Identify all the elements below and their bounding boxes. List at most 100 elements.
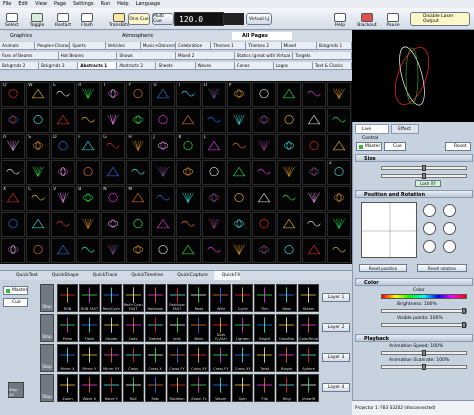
cue-cell[interactable] bbox=[126, 238, 151, 263]
cue-cell[interactable] bbox=[51, 212, 76, 237]
fx-cell[interactable]: Waver bbox=[210, 374, 232, 402]
cue-cell[interactable] bbox=[76, 212, 101, 237]
fx-cell[interactable]: Wave Y bbox=[100, 374, 122, 402]
cue-cell[interactable] bbox=[201, 238, 226, 263]
cue-cell[interactable] bbox=[101, 108, 126, 133]
tab-quicktext[interactable]: QuickText bbox=[8, 271, 38, 280]
cue-cell[interactable] bbox=[301, 212, 326, 237]
cue-cell[interactable] bbox=[301, 160, 326, 185]
cue-cell[interactable] bbox=[301, 108, 326, 133]
category-tab[interactable]: Targets bbox=[293, 52, 353, 60]
cue-cell[interactable] bbox=[1, 238, 26, 263]
cue-cell[interactable] bbox=[151, 186, 176, 211]
fx-cell[interactable]: Ripple bbox=[276, 344, 298, 372]
fx-cell[interactable]: Cross FY bbox=[210, 344, 232, 372]
fx-cell[interactable]: Bright bbox=[254, 314, 276, 342]
cue-cell[interactable]: K bbox=[176, 134, 201, 159]
cue-cell[interactable] bbox=[76, 108, 101, 133]
cue-cell[interactable] bbox=[226, 160, 251, 185]
layer-stop-button[interactable]: Stop bbox=[40, 374, 54, 402]
cue-cell[interactable] bbox=[326, 212, 351, 237]
cue-cell[interactable] bbox=[251, 186, 276, 211]
cue-cell[interactable]: G bbox=[101, 134, 126, 159]
fx-cell[interactable]: Flip bbox=[254, 374, 276, 402]
fx-cell[interactable]: Lighten bbox=[232, 314, 254, 342]
menu-item-settings[interactable]: Settings bbox=[73, 0, 94, 8]
cue-cell[interactable] bbox=[251, 160, 276, 185]
select-button[interactable]: Select bbox=[2, 10, 22, 28]
layer-button[interactable]: Layer 1 bbox=[322, 293, 350, 302]
disable-laser-output-button[interactable]: Disable Laser Output bbox=[410, 12, 470, 26]
cue-cell[interactable] bbox=[301, 134, 326, 159]
one-cue-button[interactable]: One Cue bbox=[128, 13, 150, 25]
cue-cell[interactable]: H bbox=[126, 134, 151, 159]
cue-cell[interactable]: M bbox=[126, 186, 151, 211]
fx-cell[interactable]: Cross XY bbox=[232, 344, 254, 372]
cue-cell[interactable]: V bbox=[51, 186, 76, 211]
fx-cell[interactable]: Cross XY bbox=[188, 344, 210, 372]
cue-cell[interactable]: L bbox=[201, 134, 226, 159]
cue-cell[interactable] bbox=[326, 238, 351, 263]
fx-cell[interactable]: Flash bbox=[78, 314, 100, 342]
cue-cell[interactable]: D bbox=[51, 134, 76, 159]
fx-cell[interactable]: Wave X bbox=[78, 374, 100, 402]
layer-button[interactable]: Layer 3 bbox=[322, 353, 350, 362]
reset-position-button[interactable]: Reset position bbox=[359, 264, 407, 272]
bpm-display[interactable]: 120.0 bbox=[174, 12, 224, 26]
fx-cell[interactable]: Pulse bbox=[57, 314, 78, 342]
menu-item-language[interactable]: Language bbox=[136, 0, 161, 8]
cue-cell[interactable] bbox=[151, 238, 176, 263]
cue-cell[interactable] bbox=[326, 186, 351, 211]
fx-cell[interactable]: Fast bbox=[144, 374, 166, 402]
rotation-x-knob[interactable] bbox=[423, 204, 436, 217]
fx-cell[interactable]: Zoom FL bbox=[188, 374, 210, 402]
cue-cell[interactable] bbox=[276, 186, 301, 211]
cue-cell[interactable] bbox=[51, 238, 76, 263]
category-tab[interactable]: Text & Clocks bbox=[312, 62, 352, 70]
blackout-button[interactable]: Blackout bbox=[354, 10, 380, 28]
fx-cell[interactable]: Dots bbox=[122, 314, 144, 342]
cue-cell[interactable] bbox=[201, 212, 226, 237]
cue-cell[interactable]: T bbox=[101, 82, 126, 107]
fx-cell[interactable]: Roll bbox=[122, 374, 144, 402]
cue-cell[interactable] bbox=[276, 108, 301, 133]
cue-cell[interactable]: X bbox=[1, 186, 26, 211]
layer-stop-button[interactable]: Stop bbox=[40, 284, 54, 312]
cue-cell[interactable] bbox=[326, 108, 351, 133]
cue-cell[interactable] bbox=[176, 186, 201, 211]
category-tab[interactable]: Animals bbox=[0, 42, 36, 50]
cue-cell[interactable] bbox=[201, 186, 226, 211]
fx-cell[interactable]: Unswift bbox=[298, 374, 319, 402]
cue-cell[interactable] bbox=[251, 212, 276, 237]
cue-cell[interactable] bbox=[276, 238, 301, 263]
cue-cell[interactable] bbox=[151, 160, 176, 185]
cue-cell[interactable]: O bbox=[201, 82, 226, 107]
fx-cell[interactable]: Strobe bbox=[100, 314, 122, 342]
category-tab[interactable]: Statics (great with Virtual LJ) bbox=[234, 52, 294, 60]
cue-cell[interactable]: A bbox=[1, 134, 26, 159]
cue-cell[interactable] bbox=[26, 238, 51, 263]
layer-button[interactable]: Layer 2 bbox=[322, 323, 350, 332]
cue-cell[interactable]: S bbox=[26, 134, 51, 159]
cue-cell[interactable] bbox=[251, 238, 276, 263]
cue-cell[interactable]: E bbox=[51, 82, 76, 107]
cue-cell[interactable] bbox=[251, 134, 276, 159]
category-tab[interactable]: Mixed 2 bbox=[176, 52, 235, 60]
fx-cell[interactable]: Ring bbox=[276, 374, 298, 402]
lock-xy-button[interactable]: Lock XY bbox=[415, 180, 441, 187]
cue-cell[interactable]: B bbox=[76, 186, 101, 211]
tab-effect[interactable]: Effect bbox=[391, 124, 419, 134]
fx-cell[interactable]: Cycle bbox=[232, 284, 254, 312]
virtual-lj-button[interactable]: Virtual LJ bbox=[246, 13, 272, 25]
category-tab[interactable]: Bckgrnds 2 bbox=[0, 62, 40, 70]
fx-cell[interactable]: RGB FAST bbox=[78, 284, 100, 312]
fx-cell[interactable]: Wow bbox=[276, 284, 298, 312]
fx-cell[interactable]: Steam bbox=[298, 284, 319, 312]
cue-cell[interactable]: R bbox=[76, 82, 101, 107]
cue-cell[interactable]: Q bbox=[1, 82, 26, 107]
tab-all-pages[interactable]: All Pages bbox=[232, 32, 292, 40]
cue-cell[interactable] bbox=[226, 238, 251, 263]
cue-cell[interactable] bbox=[226, 186, 251, 211]
category-tab[interactable]: Abstracts 1 bbox=[78, 62, 118, 70]
category-tab[interactable]: Fans of Beams bbox=[0, 52, 59, 60]
